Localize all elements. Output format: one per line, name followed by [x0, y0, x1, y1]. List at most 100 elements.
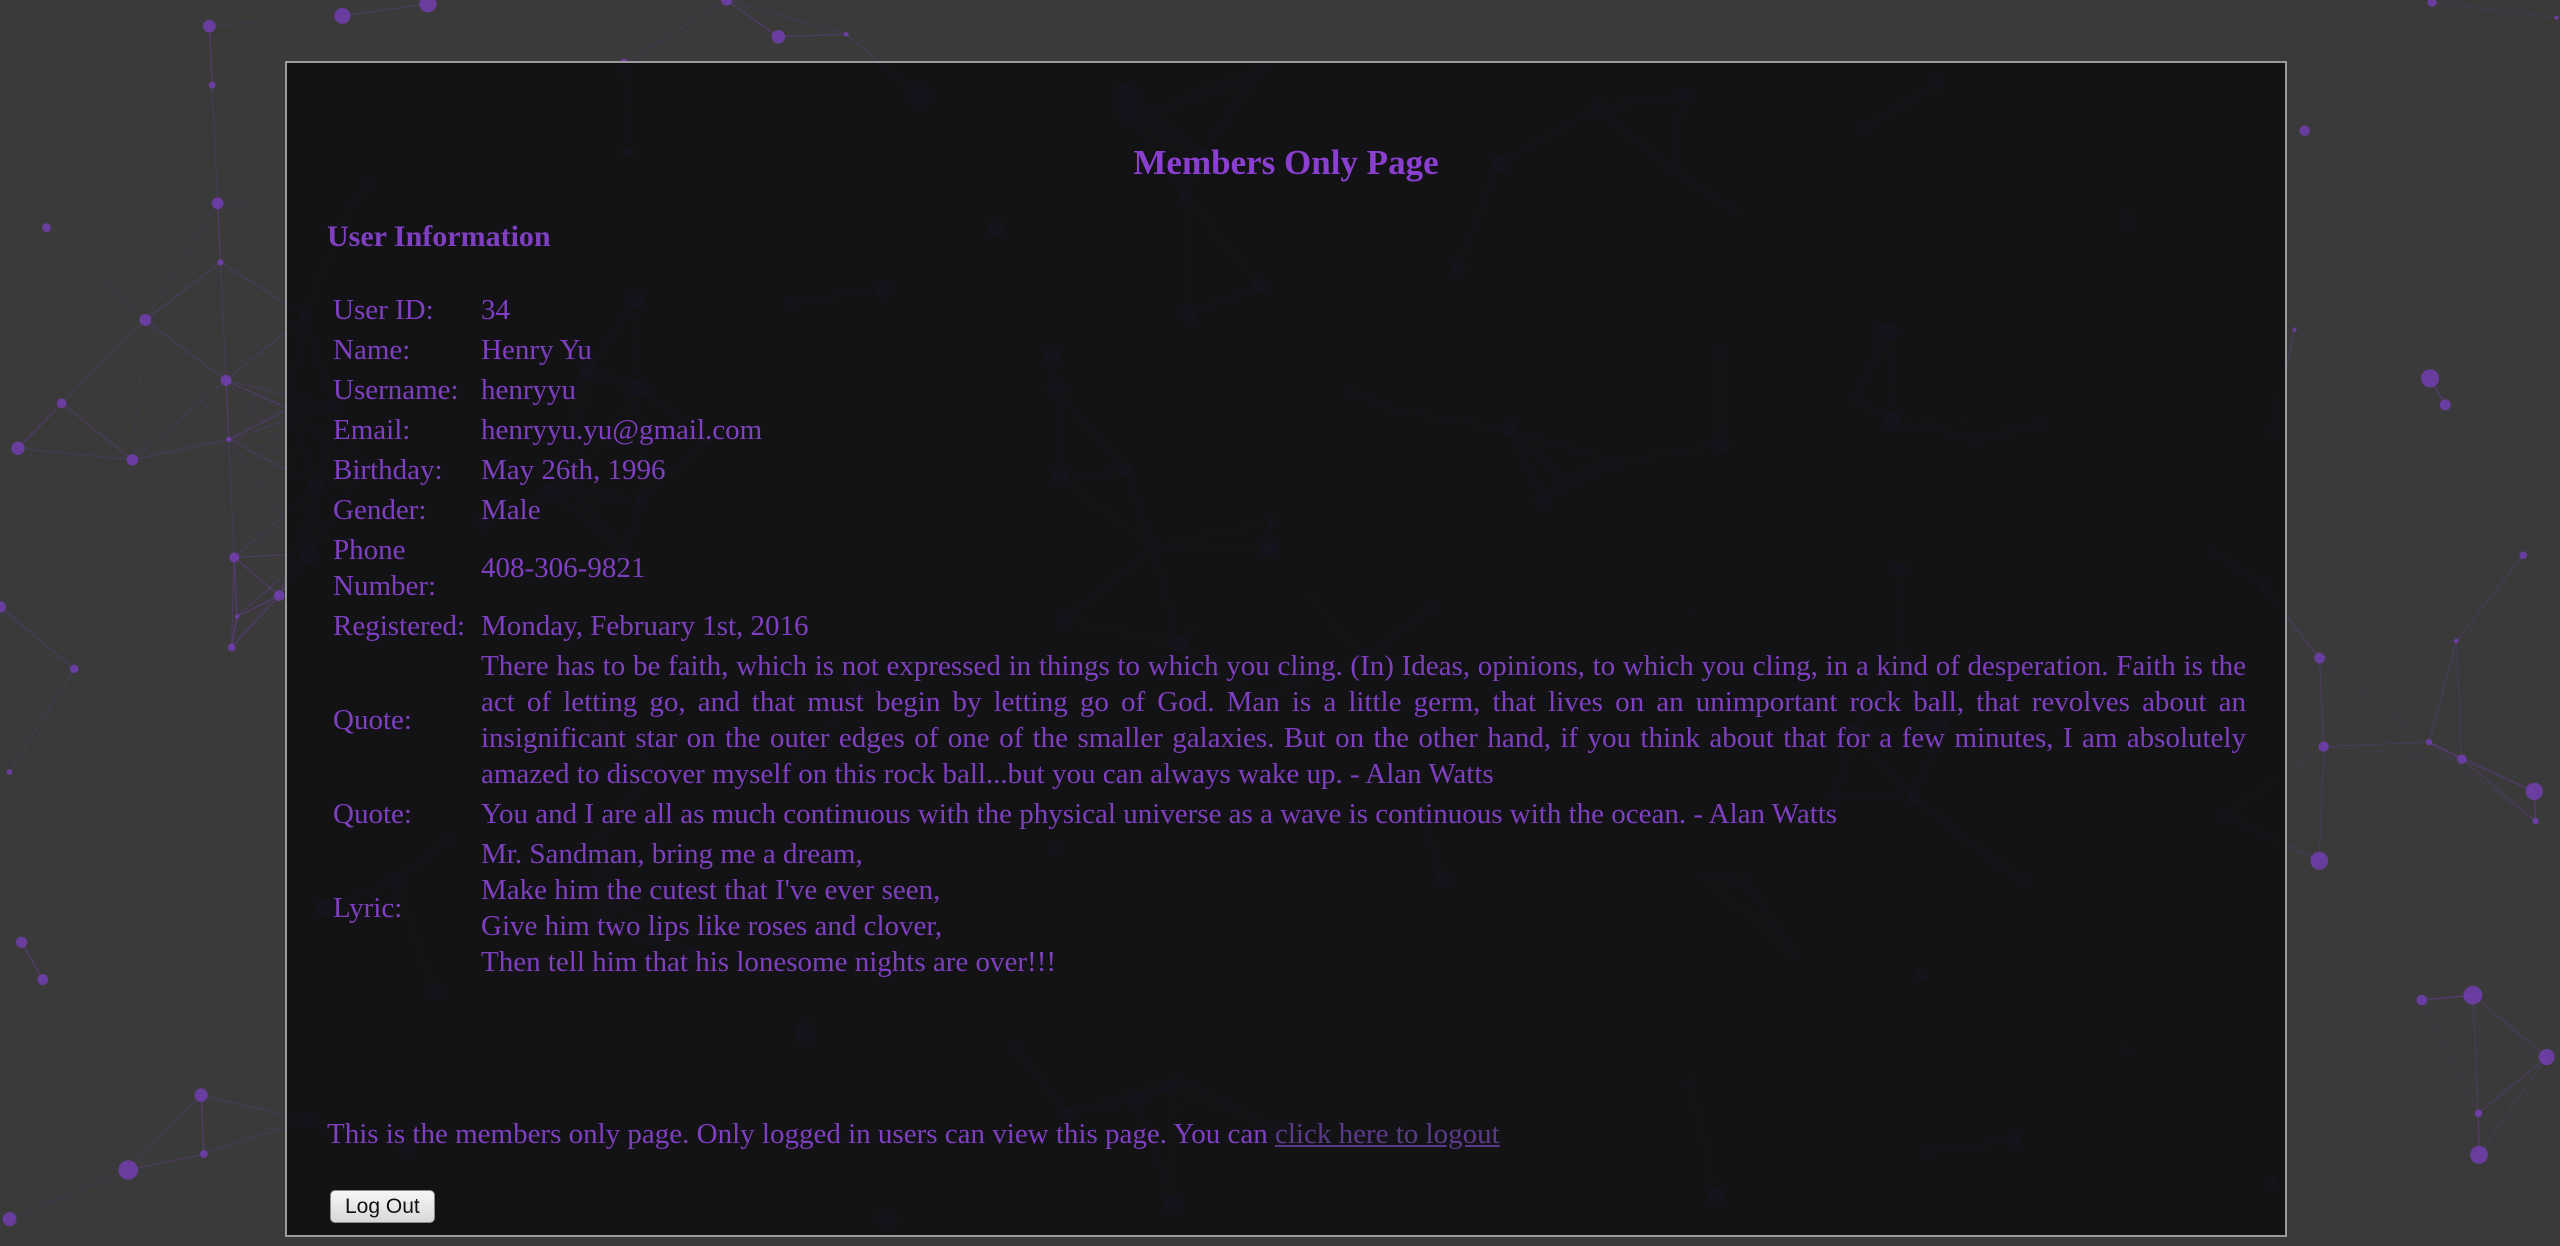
network-edge: [21, 942, 44, 980]
user-id-value: 34: [481, 294, 510, 326]
network-node: [2, 1212, 17, 1227]
network-edge: [2324, 641, 2457, 747]
network-edge: [2318, 746, 2325, 861]
row-registered: Registered: Monday, February 1st, 2016: [331, 608, 2248, 644]
network-node: [220, 374, 232, 386]
network-edge: [128, 1153, 205, 1171]
network-node: [771, 29, 786, 44]
network-edge: [2472, 994, 2548, 1058]
network-edge: [623, 36, 779, 65]
row-birthday: Birthday: May 26th, 1996: [331, 452, 2248, 488]
network-edge: [131, 319, 146, 460]
network-edge: [17, 447, 133, 461]
network-node: [118, 1160, 138, 1180]
network-edge: [2421, 999, 2480, 1114]
network-node: [2416, 994, 2428, 1006]
network-edge: [132, 409, 288, 460]
network-edge: [144, 319, 227, 381]
logout-link[interactable]: click here to logout: [1275, 1118, 1500, 1150]
row-email: Email: henryyu.yu@gmail.com: [331, 412, 2248, 448]
network-edge: [2461, 758, 2537, 822]
network-edge: [2478, 1056, 2548, 1114]
network-edge: [2478, 1056, 2548, 1156]
network-edge: [726, 0, 779, 38]
network-edge: [2455, 554, 2524, 642]
network-node: [843, 31, 849, 37]
network-edge: [200, 1095, 205, 1155]
network-node: [2538, 1049, 2555, 1066]
network-edge: [2455, 640, 2463, 760]
network-node: [2427, 0, 2437, 7]
network-edge: [231, 595, 280, 648]
network-edge: [131, 459, 235, 558]
network-node: [2454, 638, 2459, 644]
network-node: [2519, 551, 2528, 560]
quote-2-label: Quote:: [333, 798, 412, 830]
network-edge: [61, 319, 146, 404]
network-node: [69, 664, 79, 674]
network-edge: [145, 316, 305, 320]
user-info-table: User ID: 34 Name: Henry Yu Username: hen…: [327, 288, 2252, 984]
network-edge: [233, 557, 238, 617]
network-edge: [2421, 999, 2547, 1058]
user-id-label: User ID:: [333, 294, 434, 326]
network-edge: [144, 261, 221, 321]
network-node: [194, 1088, 208, 1102]
lyric-line: Make him the cutest that I've ever seen,: [481, 874, 941, 906]
network-node: [2470, 1145, 2488, 1164]
name-value: Henry Yu: [481, 334, 592, 366]
network-node: [720, 0, 733, 6]
network-edge: [2319, 742, 2429, 861]
row-username: Username: henryyu: [331, 372, 2248, 408]
email-label: Email:: [333, 414, 411, 446]
lyric-value: Mr. Sandman, bring me a dream, Make him …: [479, 836, 2248, 980]
network-edge: [8, 668, 75, 773]
lyric-line: Mr. Sandman, bring me a dream,: [481, 838, 863, 870]
network-edge: [144, 319, 230, 440]
network-edge: [225, 379, 289, 410]
network-edge: [2319, 640, 2457, 659]
row-name: Name: Henry Yu: [331, 332, 2248, 368]
network-node: [2318, 741, 2329, 752]
network-node: [2314, 652, 2325, 664]
network-node: [229, 552, 240, 563]
name-label: Name:: [333, 334, 411, 366]
birthday-value: May 26th, 1996: [481, 454, 666, 486]
network-edge: [2472, 995, 2480, 1114]
network-edge: [2294, 328, 2431, 379]
network-edge: [127, 1094, 202, 1171]
network-edge: [0, 448, 18, 607]
network-edge: [74, 646, 232, 670]
quote-1-label: Quote:: [333, 704, 412, 736]
lyric-line: Give him two lips like roses and clover,: [481, 910, 943, 942]
lyric-line: Then tell him that his lonesome nights a…: [481, 946, 1057, 978]
network-node: [199, 1150, 208, 1159]
gender-label: Gender:: [333, 494, 427, 526]
network-edge: [211, 85, 219, 204]
registered-label: Registered:: [333, 610, 466, 642]
quote-2-value: You and I are all as much continuous wit…: [481, 798, 1838, 830]
network-edge: [46, 227, 146, 321]
network-node: [227, 643, 236, 652]
network-edge: [219, 262, 227, 381]
network-node: [226, 436, 232, 443]
network-edge: [2428, 741, 2535, 792]
network-edge: [2428, 640, 2457, 743]
network-edge: [0, 606, 75, 670]
network-node: [211, 197, 224, 210]
network-edge: [208, 26, 213, 86]
network-node: [203, 19, 216, 33]
footer-text: This is the members only page. Only logg…: [327, 1118, 1500, 1151]
network-node: [2310, 851, 2329, 870]
network-node: [273, 590, 285, 601]
network-edge: [132, 379, 227, 461]
network-node: [16, 936, 28, 948]
network-node: [42, 223, 51, 232]
row-quote-2: Quote: You and I are all as much continu…: [331, 796, 2248, 832]
logout-button[interactable]: Log Out: [330, 1190, 435, 1223]
network-node: [234, 614, 240, 619]
username-value: henryyu: [481, 374, 577, 406]
network-edge: [2319, 657, 2430, 743]
network-edge: [2323, 741, 2430, 748]
birthday-label: Birthday:: [333, 454, 443, 486]
